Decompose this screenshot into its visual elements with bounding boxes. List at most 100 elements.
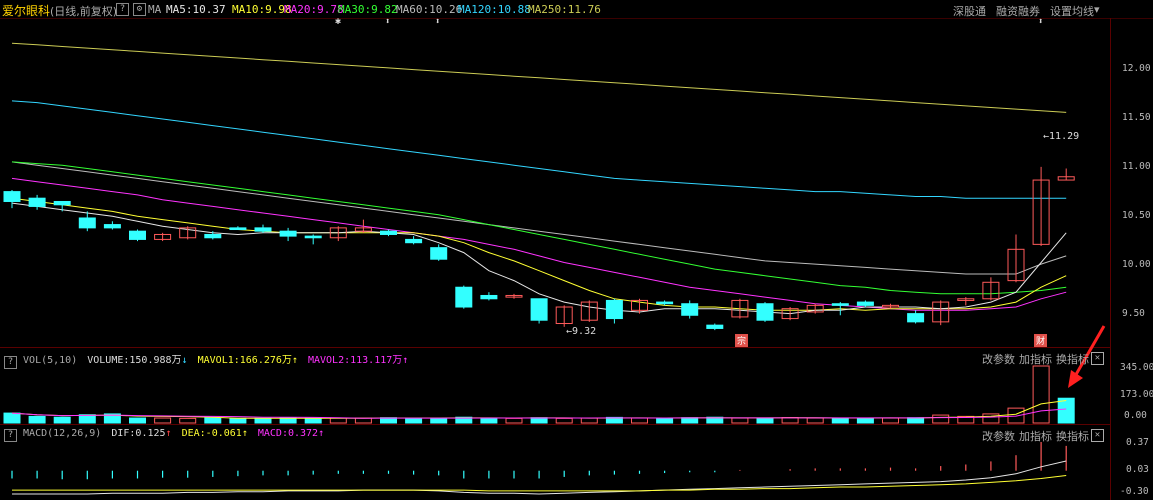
- price-tick: 10.00: [1122, 259, 1151, 270]
- help-icon[interactable]: ?: [4, 429, 17, 442]
- volume-bar: [78, 414, 96, 424]
- vol-tick: 173.00: [1120, 389, 1153, 400]
- volume-bar: [831, 417, 849, 424]
- mavol2-value: MAVOL2:113.117万: [307, 355, 403, 366]
- switch-indicator-button[interactable]: 换指标: [1056, 428, 1089, 444]
- candle-body: [605, 299, 623, 320]
- volume-bar: [882, 417, 899, 424]
- candle-body: [405, 238, 423, 244]
- volume-bar: [480, 417, 498, 424]
- candle-body: [304, 235, 322, 239]
- add-indicator-button[interactable]: 加指标: [1019, 351, 1052, 367]
- candle-body: [254, 227, 272, 232]
- vol-tick: 0.00: [1124, 410, 1147, 421]
- ma120-line: [11, 100, 1067, 199]
- candle-body: [103, 224, 121, 229]
- change-params-button[interactable]: 改参数: [982, 428, 1015, 444]
- help-icon[interactable]: ?: [4, 356, 17, 369]
- volume-bar: [3, 412, 21, 424]
- low-marker: ←9.32: [566, 326, 597, 337]
- volume-bar: [681, 417, 699, 424]
- close-icon[interactable]: ✕: [1091, 352, 1104, 365]
- candle-body: [53, 200, 71, 206]
- volume-bar: [631, 417, 648, 424]
- volume-bar: [405, 417, 423, 424]
- volume-bar: [1007, 407, 1025, 424]
- volume-bar: [279, 417, 297, 424]
- volume-bar: [254, 417, 272, 424]
- volume-bar: [580, 417, 598, 424]
- volume-bar: [430, 417, 448, 424]
- volume-bar: [204, 417, 222, 424]
- candle-body: [279, 230, 297, 237]
- change-params-button[interactable]: 改参数: [982, 351, 1015, 367]
- macd-tick: 0.37: [1126, 437, 1149, 448]
- volume-bar: [179, 417, 197, 424]
- volume-bar: [856, 417, 874, 424]
- candle-body: [129, 230, 146, 240]
- price-tick: 12.00: [1122, 63, 1151, 74]
- ma20-line: [11, 177, 1067, 311]
- mavol1-value: MAVOL1:166.276万: [197, 355, 292, 366]
- candle-body: [831, 303, 849, 306]
- volume-bar: [129, 417, 146, 424]
- event-badge[interactable]: 宗: [735, 334, 749, 347]
- macd-panel-header: ? MACD(12,26,9) DIF:0.125↑ DEA:-0.061↑ M…: [4, 428, 324, 442]
- high-marker: ←11.29: [1043, 131, 1080, 142]
- axis-divider: [1110, 18, 1111, 500]
- macd-value: MACD:0.372: [257, 428, 319, 439]
- volume-bar: [28, 415, 46, 424]
- volume-bar: [329, 417, 347, 424]
- candle-body: [455, 286, 473, 308]
- candle-body: [681, 303, 699, 316]
- volume-value: VOLUME:150.988万: [87, 355, 182, 366]
- volume-bar: [555, 417, 573, 424]
- event-badge[interactable]: 财: [1034, 334, 1048, 347]
- vol-panel-header: ? VOL(5,10) VOLUME:150.988万↓ MAVOL1:166.…: [4, 351, 408, 369]
- macd-title[interactable]: MACD(12,26,9): [23, 428, 101, 439]
- split-marker-icon[interactable]: ⬍: [385, 17, 390, 27]
- star-icon[interactable]: ✱: [335, 16, 341, 27]
- candle-body: [856, 301, 874, 306]
- candle-body: [907, 313, 925, 323]
- candle-body: [78, 217, 96, 229]
- split-marker-icon[interactable]: ⬍: [435, 17, 440, 27]
- volume-bar: [907, 417, 925, 424]
- macd-tick: 0.03: [1126, 464, 1149, 475]
- volume-bar: [354, 417, 372, 424]
- candle-body: [28, 197, 46, 207]
- price-tick: 11.00: [1122, 161, 1151, 172]
- volume-bar: [304, 417, 322, 424]
- volume-bar: [1057, 397, 1075, 424]
- candle-body: [430, 247, 448, 260]
- candle-body: [204, 233, 222, 239]
- candle-body: [229, 227, 247, 231]
- volume-bar: [505, 417, 523, 424]
- volume-bar: [731, 417, 749, 424]
- candle-body: [380, 230, 397, 235]
- high-price-label: 11.29: [1049, 131, 1080, 142]
- volume-bar: [229, 417, 247, 424]
- ma30-line: [11, 161, 1067, 295]
- vol-tick: 345.00: [1120, 362, 1153, 373]
- candle-body: [530, 298, 548, 321]
- volume-bar: [1032, 365, 1050, 424]
- switch-indicator-button[interactable]: 换指标: [1056, 351, 1089, 367]
- vol-title[interactable]: VOL(5,10): [23, 355, 77, 366]
- candle-body: [3, 191, 21, 202]
- dea-value: DEA:-0.061: [181, 428, 242, 439]
- split-marker-icon[interactable]: ⬍: [1038, 17, 1043, 27]
- dif-value: DIF:0.125: [111, 428, 166, 439]
- volume-bar: [154, 417, 172, 424]
- ma250-line: [11, 42, 1067, 113]
- close-icon[interactable]: ✕: [1091, 429, 1104, 442]
- volume-bar: [756, 417, 774, 424]
- ma5-line: [11, 202, 1067, 315]
- volume-bar: [530, 417, 548, 424]
- kline-chart[interactable]: [0, 0, 1110, 500]
- add-indicator-button[interactable]: 加指标: [1019, 428, 1052, 444]
- candle-body: [706, 324, 724, 329]
- candle-body: [656, 301, 674, 305]
- candle-body: [756, 303, 774, 321]
- ma60-line: [11, 161, 1067, 275]
